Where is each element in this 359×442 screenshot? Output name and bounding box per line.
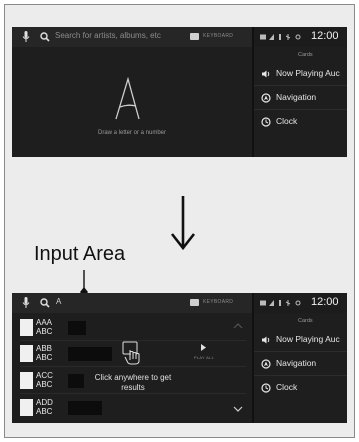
scroll-down-icon[interactable] <box>233 406 243 413</box>
card-clock[interactable]: Clock <box>254 111 347 133</box>
album-art-icon <box>20 319 33 336</box>
result-subtitle: ABC <box>36 353 53 362</box>
keyboard-icon[interactable] <box>190 299 199 306</box>
result-title: ADD <box>36 398 53 407</box>
clock-display: 12:00 <box>311 296 339 308</box>
search-input-text[interactable]: A <box>56 297 61 306</box>
redacted-bar <box>68 374 84 388</box>
play-icon <box>201 344 206 351</box>
card-label: Now Playing Auc <box>276 334 340 344</box>
redacted-bar <box>68 321 86 335</box>
top-screen: Search for artists, albums, etc KEYBOARD… <box>12 27 347 157</box>
handwritten-letter-a <box>115 77 140 120</box>
card-now-playing[interactable]: Now Playing Auc <box>254 329 347 351</box>
speaker-icon <box>262 336 270 344</box>
card-label: Clock <box>276 382 298 392</box>
card-navigation[interactable]: Navigation <box>254 87 347 109</box>
album-art-icon <box>20 372 33 389</box>
list-item[interactable]: ADD ABC <box>20 398 246 420</box>
input-area-label: Input Area <box>34 243 126 265</box>
click-hint: Click anywhere to get results <box>94 373 172 392</box>
cards-header: Cards <box>298 52 313 58</box>
result-subtitle: ABC <box>36 327 53 336</box>
card-label: Navigation <box>276 92 317 102</box>
row-divider <box>20 393 246 394</box>
card-now-playing[interactable]: Now Playing Auc <box>254 63 347 85</box>
card-divider <box>254 351 347 352</box>
keyboard-label[interactable]: KEYBOARD <box>203 299 233 305</box>
status-icons <box>260 300 301 306</box>
album-art-icon <box>20 399 33 416</box>
card-divider <box>254 85 347 86</box>
result-subtitle: ABC <box>36 380 53 389</box>
play-all-button[interactable]: PLAY ALL <box>186 343 222 363</box>
card-label: Navigation <box>276 358 317 368</box>
redacted-bar <box>68 347 112 361</box>
card-clock[interactable]: Clock <box>254 377 347 399</box>
microphone-icon[interactable] <box>22 31 30 43</box>
draw-area-hint[interactable]: Draw a letter or a number <box>12 130 252 136</box>
search-icon[interactable] <box>40 32 50 42</box>
cards-header: Cards <box>298 318 313 324</box>
status-icons <box>260 34 301 40</box>
keyboard-icon[interactable] <box>190 33 199 40</box>
card-navigation[interactable]: Navigation <box>254 353 347 375</box>
clock-icon <box>261 117 271 127</box>
result-title: ABB <box>36 344 53 353</box>
microphone-icon[interactable] <box>22 297 30 309</box>
play-all-label[interactable]: PLAY ALL <box>186 355 222 360</box>
touch-hint-icon <box>122 341 140 365</box>
navigation-icon <box>261 359 271 369</box>
card-divider <box>254 375 347 376</box>
down-arrow-icon <box>170 196 196 251</box>
clock-display: 12:00 <box>311 30 339 42</box>
navigation-icon <box>261 93 271 103</box>
scroll-up-icon[interactable] <box>233 322 243 329</box>
card-divider <box>254 109 347 110</box>
keyboard-label[interactable]: KEYBOARD <box>203 33 233 39</box>
list-item[interactable]: AAA ABC <box>20 318 246 340</box>
card-label: Clock <box>276 116 298 126</box>
redacted-bar <box>68 401 102 415</box>
row-divider <box>20 366 246 367</box>
clock-icon <box>261 383 271 393</box>
search-icon[interactable] <box>40 298 50 308</box>
search-placeholder[interactable]: Search for artists, albums, etc <box>55 31 161 40</box>
result-subtitle: ABC <box>36 407 53 416</box>
result-title: ACC <box>36 371 53 380</box>
card-label: Now Playing Auc <box>276 68 340 78</box>
speaker-icon <box>262 70 270 78</box>
result-title: AAA <box>36 318 53 327</box>
album-art-icon <box>20 345 33 362</box>
